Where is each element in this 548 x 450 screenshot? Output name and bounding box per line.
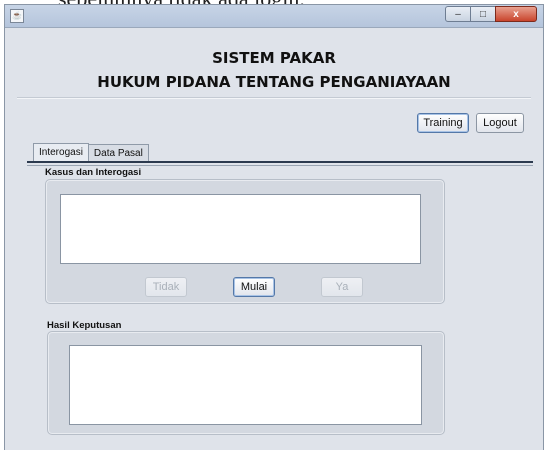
app-window: ☕ – □ x SISTEM PAKAR HUKUM PIDANA TENTAN… xyxy=(4,4,544,450)
tab-interogasi[interactable]: Interogasi xyxy=(33,143,89,162)
logout-button[interactable]: Logout xyxy=(476,113,524,133)
maximize-button[interactable]: □ xyxy=(470,6,496,22)
header-separator xyxy=(17,97,531,99)
minimize-button[interactable]: – xyxy=(445,6,471,22)
window-controls: – □ x xyxy=(445,6,537,22)
tab-bar: Interogasi Data Pasal xyxy=(33,143,149,162)
ya-button[interactable]: Ya xyxy=(321,277,363,297)
java-app-icon: ☕ xyxy=(10,9,24,23)
app-subtitle: HUKUM PIDANA TENTANG PENGANIAYAAN xyxy=(97,73,451,91)
tab-divider xyxy=(27,161,533,166)
training-button[interactable]: Training xyxy=(417,113,469,133)
tidak-button[interactable]: Tidak xyxy=(145,277,187,297)
mulai-button[interactable]: Mulai xyxy=(233,277,275,297)
app-title: SISTEM PAKAR xyxy=(212,49,336,67)
group-label-kasus: Kasus dan Interogasi xyxy=(45,167,142,178)
kasus-text-area[interactable] xyxy=(60,194,421,264)
group-label-hasil: Hasil Keputusan xyxy=(47,320,122,331)
kasus-group-panel: Tidak Mulai Ya xyxy=(45,179,445,304)
close-button[interactable]: x xyxy=(495,6,537,22)
hasil-text-area[interactable] xyxy=(69,345,422,425)
hasil-group-panel xyxy=(47,331,445,435)
tab-data-pasal[interactable]: Data Pasal xyxy=(87,144,149,162)
title-bar[interactable]: ☕ – □ x xyxy=(5,5,543,28)
